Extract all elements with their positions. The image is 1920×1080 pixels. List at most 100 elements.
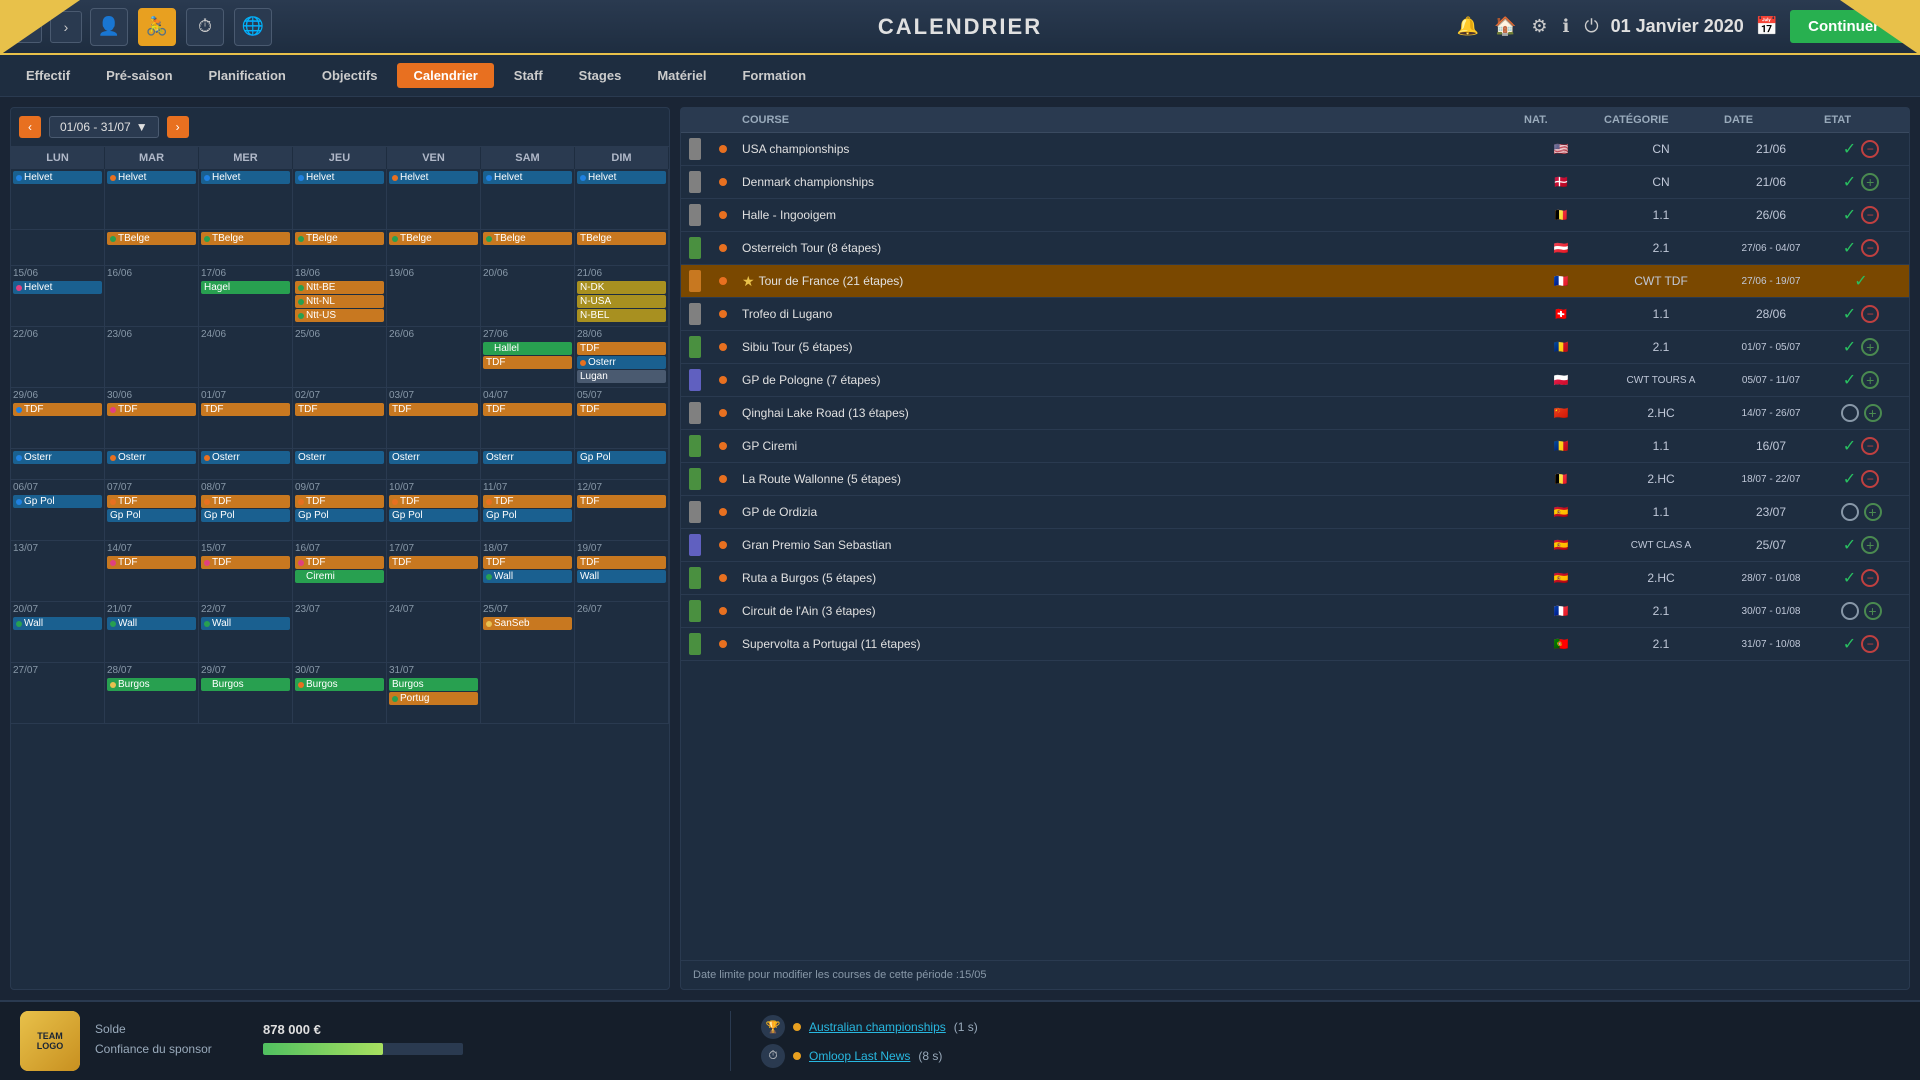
table-row[interactable]: ★ Tour de France (21 étapes) 🇫🇷 CWT TDF … [681, 265, 1909, 298]
table-row[interactable]: Denmark championships 🇩🇰 CN 21/06 ✓ + [681, 166, 1909, 199]
plus-icon[interactable]: + [1861, 371, 1879, 389]
list-item[interactable]: TBelge [295, 232, 384, 245]
list-item[interactable]: TDF [577, 403, 666, 416]
list-item[interactable]: Helvet [13, 281, 102, 294]
list-item[interactable]: TBelge [201, 232, 290, 245]
list-item[interactable]: TDF [389, 495, 478, 508]
gear-icon[interactable]: ⚙ [1531, 16, 1547, 37]
list-item[interactable]: TDF [577, 556, 666, 569]
list-item[interactable]: Osterr [13, 451, 102, 464]
cyclist-icon-btn[interactable]: 🚴 [138, 8, 176, 46]
list-item[interactable]: Wall [577, 570, 666, 583]
list-item[interactable]: TDF [107, 556, 196, 569]
list-item[interactable]: Wall [201, 617, 290, 630]
table-row[interactable]: Trofeo di Lugano 🇨🇭 1.1 28/06 ✓ − [681, 298, 1909, 331]
list-item[interactable]: Osterr [295, 451, 384, 464]
list-item[interactable]: N-DK [577, 281, 666, 294]
list-item[interactable]: N-BEL [577, 309, 666, 322]
list-item[interactable]: Helvet [295, 171, 384, 184]
notif-link-2[interactable]: Omloop Last News [809, 1049, 910, 1063]
tab-effectif[interactable]: Effectif [10, 63, 86, 88]
calendar-icon[interactable]: 📅 [1756, 16, 1778, 37]
table-row[interactable]: Osterreich Tour (8 étapes) 🇦🇹 2.1 27/06 … [681, 232, 1909, 265]
list-item[interactable]: Wall [13, 617, 102, 630]
list-item[interactable]: TDF [483, 356, 572, 369]
list-item[interactable]: Osterr [577, 356, 666, 369]
tab-objectifs[interactable]: Objectifs [306, 63, 394, 88]
plus-icon[interactable]: + [1861, 173, 1879, 191]
table-row[interactable]: GP de Pologne (7 étapes) 🇵🇱 CWT TOURS A … [681, 364, 1909, 397]
tab-stages[interactable]: Stages [563, 63, 638, 88]
list-item[interactable]: TDF [577, 495, 666, 508]
minus-icon[interactable]: − [1861, 437, 1879, 455]
cal-next-button[interactable]: › [167, 116, 189, 138]
list-item[interactable]: TDF [107, 403, 196, 416]
list-item[interactable]: TDF [483, 495, 572, 508]
list-item[interactable]: Ntt-NL [295, 295, 384, 308]
power-icon[interactable]: ⏻ [1584, 16, 1598, 37]
list-item[interactable]: Osterr [483, 451, 572, 464]
list-item[interactable]: TDF [577, 342, 666, 355]
minus-icon[interactable]: − [1861, 140, 1879, 158]
table-row[interactable]: Ruta a Burgos (5 étapes) 🇪🇸 2.HC 28/07 -… [681, 562, 1909, 595]
table-row[interactable]: Circuit de l'Ain (3 étapes) 🇫🇷 2.1 30/07… [681, 595, 1909, 628]
list-item[interactable]: TDF [295, 495, 384, 508]
cal-prev-button[interactable]: ‹ [19, 116, 41, 138]
list-item[interactable]: Lugan [577, 370, 666, 383]
list-item[interactable]: Helvet [483, 171, 572, 184]
list-item[interactable]: TBelge [107, 232, 196, 245]
list-item[interactable]: TDF [483, 403, 572, 416]
list-item[interactable]: Hagel [201, 281, 290, 294]
minus-icon[interactable]: − [1861, 470, 1879, 488]
list-item[interactable]: SanSeb [483, 617, 572, 630]
table-row[interactable]: GP de Ordizia 🇪🇸 1.1 23/07 + [681, 496, 1909, 529]
list-item[interactable]: TDF [107, 495, 196, 508]
list-item[interactable]: Burgos [389, 678, 478, 691]
list-item[interactable]: Wall [107, 617, 196, 630]
list-item[interactable]: TDF [295, 556, 384, 569]
list-item[interactable]: Hallel [483, 342, 572, 355]
minus-icon[interactable]: − [1861, 635, 1879, 653]
list-item[interactable]: Helvet [389, 171, 478, 184]
list-item[interactable]: TBelge [389, 232, 478, 245]
table-row[interactable]: Qinghai Lake Road (13 étapes) 🇨🇳 2.HC 14… [681, 397, 1909, 430]
minus-icon[interactable]: − [1861, 206, 1879, 224]
list-item[interactable]: TDF [201, 556, 290, 569]
table-row[interactable]: GP Ciremi 🇷🇴 1.1 16/07 ✓ − [681, 430, 1909, 463]
table-row[interactable]: Gran Premio San Sebastian 🇪🇸 CWT CLAS A … [681, 529, 1909, 562]
list-item[interactable]: Burgos [107, 678, 196, 691]
list-item[interactable]: Gp Pol [577, 451, 666, 464]
tab-formation[interactable]: Formation [726, 63, 822, 88]
table-row[interactable]: USA championships 🇺🇸 CN 21/06 ✓ − [681, 133, 1909, 166]
list-item[interactable]: Gp Pol [295, 509, 384, 522]
list-item[interactable]: TDF [295, 403, 384, 416]
home-icon[interactable]: 🏠 [1494, 16, 1516, 37]
globe-icon-btn[interactable]: 🌐 [234, 8, 272, 46]
plus-icon[interactable]: + [1864, 404, 1882, 422]
table-row[interactable]: Supervolta a Portugal (11 étapes) 🇵🇹 2.1… [681, 628, 1909, 661]
list-item[interactable]: TDF [483, 556, 572, 569]
table-row[interactable]: La Route Wallonne (5 étapes) 🇧🇪 2.HC 18/… [681, 463, 1909, 496]
list-item[interactable]: TBelge [577, 232, 666, 245]
list-item[interactable]: Portug [389, 692, 478, 705]
list-item[interactable]: Gp Pol [483, 509, 572, 522]
list-item[interactable]: TDF [13, 403, 102, 416]
list-item[interactable]: Helvet [577, 171, 666, 184]
list-item[interactable]: Burgos [201, 678, 290, 691]
calendar-period[interactable]: 01/06 - 31/07 ▼ [49, 116, 159, 138]
tab-staff[interactable]: Staff [498, 63, 559, 88]
tab-materiel[interactable]: Matériel [641, 63, 722, 88]
bell-icon[interactable]: 🔔 [1457, 16, 1479, 37]
list-item[interactable]: TDF [389, 556, 478, 569]
list-item[interactable]: TDF [201, 403, 290, 416]
list-item[interactable]: Helvet [201, 171, 290, 184]
notif-link-1[interactable]: Australian championships [809, 1020, 946, 1034]
plus-icon[interactable]: + [1861, 536, 1879, 554]
list-item[interactable]: TBelge [483, 232, 572, 245]
list-item[interactable]: TDF [389, 403, 478, 416]
tab-planification[interactable]: Planification [193, 63, 302, 88]
table-row[interactable]: Sibiu Tour (5 étapes) 🇷🇴 2.1 01/07 - 05/… [681, 331, 1909, 364]
list-item[interactable]: Osterr [389, 451, 478, 464]
list-item[interactable]: Burgos [295, 678, 384, 691]
info-icon[interactable]: ℹ [1563, 16, 1570, 37]
